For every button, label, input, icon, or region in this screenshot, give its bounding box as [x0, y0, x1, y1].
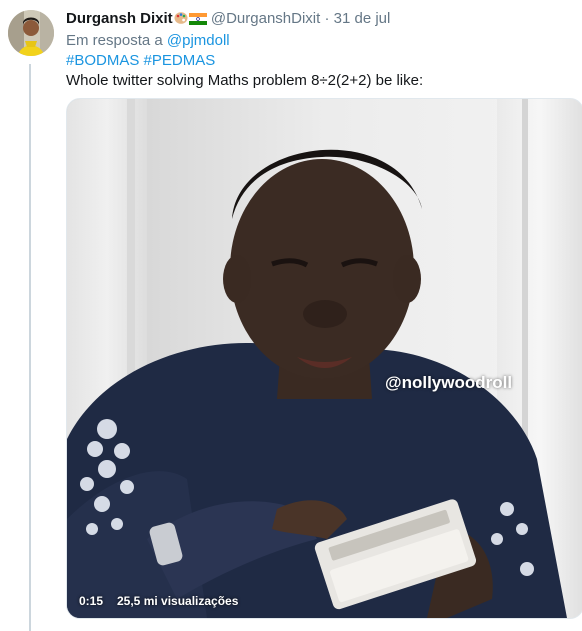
video-watermark: @nollywoodroll [385, 373, 513, 392]
author-name[interactable]: Durgansh Dixit [66, 10, 173, 27]
video-frame [67, 99, 582, 618]
header-separator: · [324, 10, 330, 27]
india-flag-icon [188, 11, 207, 31]
tweet-date[interactable]: 31 de jul [334, 10, 391, 27]
avatar-image [8, 10, 54, 56]
video-elapsed-time: 0:15 [79, 594, 104, 608]
hashtag-bodmas[interactable]: #BODMAS [66, 52, 139, 69]
reply-context: Em resposta a @pjmdoll [66, 31, 582, 51]
hashtag-pedmas[interactable]: #PEDMAS [144, 52, 216, 69]
thread-line [29, 64, 31, 631]
reply-prefix: Em resposta a [66, 32, 163, 49]
author-handle[interactable]: @DurganshDixit [211, 10, 320, 27]
palette-emoji-icon [174, 11, 188, 31]
avatar[interactable] [8, 10, 54, 56]
video-view-count: 25,5 mi visualizações [117, 594, 239, 608]
tweet-text: Whole twitter solving Maths problem 8÷2(… [66, 72, 424, 89]
reply-mention-link[interactable]: @pjmdoll [167, 32, 230, 49]
hashtag-line: #BODMAS #PEDMAS [66, 51, 582, 71]
tweet-header: Durgansh Dixit @DurganshDixit · 31 de ju… [66, 9, 582, 31]
video-player[interactable]: @nollywoodroll 0:15 25,5 mi visualizaçõe… [66, 98, 582, 619]
tweet-body[interactable]: Durgansh Dixit @DurganshDixit · 31 de ju… [66, 9, 582, 91]
